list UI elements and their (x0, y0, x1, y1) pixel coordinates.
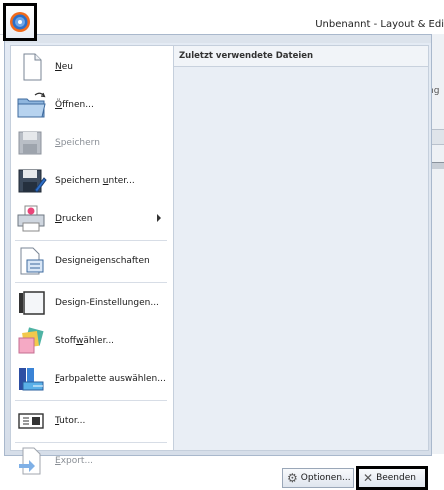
menu-item-fabric-selector[interactable]: Stoffwähler... (11, 322, 173, 360)
menu-command-list: Neu Öffnen... Speichern Speichern unter.… (10, 45, 174, 475)
recent-files-panel: Zuletzt verwendete Dateien (173, 45, 429, 451)
menu-item-tutor[interactable]: Tutor... (11, 402, 173, 440)
menu-item-label: Speichern unter... (55, 176, 135, 186)
print-icon (15, 204, 51, 234)
menu-top-strip (5, 35, 431, 43)
menu-separator (15, 282, 167, 283)
open-folder-icon (15, 90, 51, 120)
ribbon-divider (430, 162, 444, 169)
menu-item-label: Tutor... (55, 416, 86, 426)
submenu-arrow-icon (157, 214, 161, 222)
background-ribbon: ng (428, 34, 444, 454)
menu-item-save[interactable]: Speichern (11, 124, 173, 162)
design-properties-icon (15, 246, 51, 276)
menu-item-label: Drucken (55, 214, 93, 224)
color-palette-icon (15, 364, 51, 394)
close-icon: ✕ (363, 471, 374, 485)
menu-separator (15, 442, 167, 443)
new-file-icon (15, 52, 51, 82)
menu-item-design-settings[interactable]: Design-Einstellungen... (11, 284, 173, 322)
application-menu: Neu Öffnen... Speichern Speichern unter.… (4, 34, 432, 475)
export-icon (15, 446, 51, 476)
menu-separator (15, 240, 167, 241)
menu-item-save-as[interactable]: Speichern unter... (11, 162, 173, 200)
menu-item-label: Design-Einstellungen... (55, 298, 159, 308)
menu-item-color-palette[interactable]: Farbpalette auswählen... (11, 360, 173, 398)
design-settings-icon (15, 288, 51, 318)
gear-icon: ⚙ (287, 471, 298, 485)
exit-button-label: Beenden (376, 473, 416, 483)
exit-button[interactable]: ✕ Beenden (356, 466, 428, 490)
menu-item-label: Farbpalette auswählen... (55, 374, 166, 384)
menu-separator (15, 400, 167, 401)
tutor-icon (15, 406, 51, 436)
menu-item-label: Neu (55, 62, 73, 72)
menu-item-label: Speichern (55, 138, 100, 148)
title-bar: Unbenannt - Layout & Edi (0, 0, 444, 41)
menu-item-label: Öffnen... (55, 100, 94, 110)
recent-files-header: Zuletzt verwendete Dateien (174, 46, 428, 67)
menu-item-print[interactable]: Drucken (11, 200, 173, 238)
save-icon (15, 128, 51, 158)
options-button-label: Optionen... (300, 473, 351, 483)
fabric-selector-icon (15, 326, 51, 356)
menu-item-design-properties[interactable]: Designeigenschaften (11, 242, 173, 280)
save-as-icon (15, 166, 51, 196)
ribbon-bar (430, 129, 444, 145)
options-button[interactable]: ⚙ Optionen... (282, 468, 354, 488)
window-title: Unbenannt - Layout & Edi (315, 19, 444, 30)
menu-item-label: Stoffwähler... (55, 336, 115, 346)
application-menu-button[interactable] (3, 3, 37, 41)
app-logo-icon (10, 12, 30, 32)
menu-item-label: Designeigenschaften (55, 256, 150, 266)
menu-item-new[interactable]: Neu (11, 48, 173, 86)
menu-item-label: Export... (55, 456, 94, 466)
menu-item-open[interactable]: Öffnen... (11, 86, 173, 124)
menu-item-export[interactable]: Export... (11, 444, 173, 478)
